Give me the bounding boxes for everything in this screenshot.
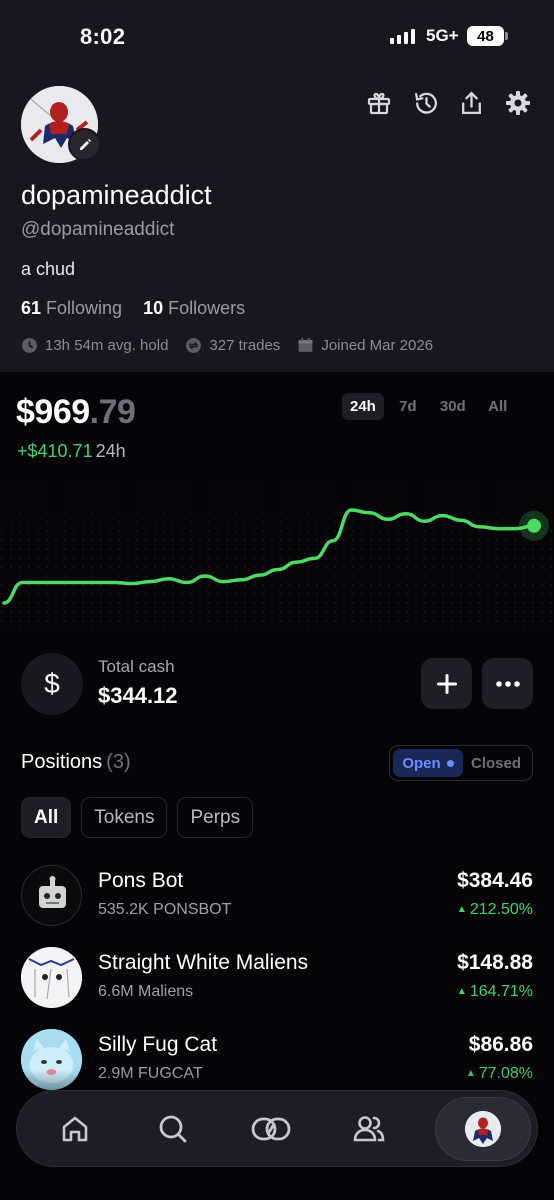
active-dot-icon (446, 759, 454, 767)
filter-all[interactable]: All (21, 797, 72, 838)
tab-home[interactable] (43, 1097, 107, 1161)
profile-meta: 13h 54m avg. hold 327 trades Joined Mar … (21, 337, 433, 354)
change-amount: +$410.71 (17, 441, 93, 461)
user-bio: a chud (21, 259, 76, 279)
toggle-open[interactable]: Open (393, 749, 463, 777)
portfolio-value-whole: $969 (16, 393, 90, 431)
edit-avatar-button[interactable] (68, 128, 101, 161)
battery-cap (505, 32, 508, 40)
range-selector: 24h 7d 30d All (342, 393, 518, 420)
following-count: 61 (21, 298, 42, 318)
position-value: $148.88 (457, 951, 533, 974)
followers-count: 10 (143, 298, 164, 318)
filter-perps[interactable]: Perps (177, 797, 254, 838)
portfolio-value: $969.79 (16, 393, 136, 432)
position-filters: All Tokens Perps (21, 797, 254, 838)
status-time: 8:02 (80, 24, 126, 49)
range-30d[interactable]: 30d (432, 393, 474, 420)
signal-icon (390, 28, 415, 44)
followers-label: Followers (168, 298, 246, 318)
history-icon[interactable] (411, 88, 441, 118)
filter-tokens[interactable]: Tokens (81, 797, 168, 838)
cash-label: Total cash (98, 657, 175, 676)
clock-icon (22, 338, 37, 353)
home-icon (62, 1116, 88, 1141)
position-name: Silly Fug Cat (98, 1033, 218, 1056)
network-label: 5G+ (426, 26, 459, 45)
portfolio-chart[interactable] (0, 475, 554, 630)
plus-icon (436, 673, 457, 694)
following-link[interactable]: 61 Following (21, 298, 122, 319)
position-value: $86.86 (468, 1033, 533, 1056)
position-row[interactable]: Straight White Maliens 6.6M Maliens $148… (21, 947, 533, 1009)
settings-icon[interactable] (503, 88, 533, 118)
maliens-avatar (21, 947, 82, 1008)
more-options-button[interactable] (482, 658, 533, 709)
tab-bar (16, 1090, 538, 1167)
position-change-pct: 164.71% (469, 983, 533, 1000)
dollar-icon: $ (21, 653, 83, 715)
calendar-icon (298, 338, 313, 352)
position-change: ▲ 164.71% (457, 983, 533, 1001)
pons-bot-avatar (21, 865, 82, 926)
search-icon (159, 1115, 187, 1142)
position-row[interactable]: Pons Bot 535.2K PONSBOT $384.46 ▲ 212.50% (21, 865, 533, 927)
people-icon (353, 1115, 385, 1141)
user-handle: @dopamineaddict (21, 219, 175, 240)
position-amount: 535.2K PONSBOT (98, 901, 232, 918)
deposit-button[interactable] (421, 658, 472, 709)
following-label: Following (46, 298, 123, 318)
positions-title: Positions (3) (21, 751, 131, 774)
range-24h[interactable]: 24h (342, 393, 384, 420)
profile-avatar (465, 1110, 501, 1147)
portfolio-value-cents: .79 (89, 393, 136, 431)
avg-hold: 13h 54m avg. hold (45, 337, 169, 354)
display-name: dopamineaddict (21, 180, 212, 210)
portfolio-change: +$410.71 24h (17, 441, 126, 462)
trades-icon (186, 338, 202, 353)
swap-icon (251, 1117, 291, 1140)
follow-stats: 61 Following 10 Followers (21, 298, 245, 319)
position-change: ▲ 212.50% (457, 901, 533, 919)
gift-icon[interactable] (364, 88, 394, 118)
cash-value: $344.12 (98, 683, 178, 708)
trades-count: 327 trades (209, 337, 281, 354)
change-period: 24h (95, 441, 126, 461)
positions-toggle: Open Closed (389, 745, 533, 781)
battery-icon: 48 (467, 26, 504, 46)
pencil-icon (79, 138, 91, 150)
tab-social[interactable] (337, 1097, 401, 1161)
positions-count: (3) (106, 751, 131, 773)
up-triangle-icon: ▲ (456, 904, 467, 915)
share-icon[interactable] (456, 88, 486, 118)
chart-endpoint (527, 518, 541, 533)
position-change-pct: 212.50% (469, 901, 533, 918)
tab-profile[interactable] (435, 1096, 531, 1161)
position-name: Straight White Maliens (98, 951, 309, 974)
more-icon (495, 680, 520, 687)
position-name: Pons Bot (98, 869, 184, 892)
positions-label: Positions (21, 751, 103, 773)
range-7d[interactable]: 7d (388, 393, 428, 420)
toggle-open-label: Open (402, 754, 441, 772)
position-amount: 6.6M Maliens (98, 983, 194, 1000)
tab-search[interactable] (141, 1097, 205, 1161)
toggle-closed[interactable]: Closed (463, 755, 529, 772)
range-all[interactable]: All (478, 393, 518, 420)
up-triangle-icon: ▲ (456, 986, 467, 997)
tab-trade[interactable] (239, 1097, 303, 1161)
followers-link[interactable]: 10 Followers (143, 298, 245, 319)
joined-date: Joined Mar 2026 (321, 337, 434, 354)
position-value: $384.46 (457, 869, 533, 892)
